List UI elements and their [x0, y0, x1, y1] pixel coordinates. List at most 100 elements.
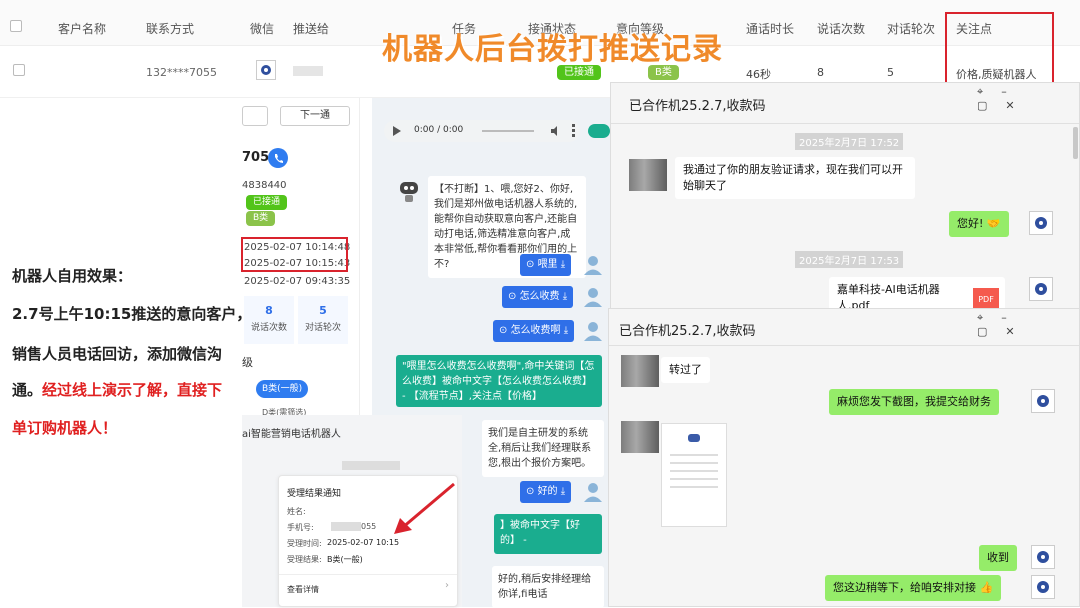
msg1-icon: ⊙	[526, 259, 538, 270]
msg1-text: 喂里	[537, 259, 558, 270]
row-duration: 46秒	[746, 68, 771, 81]
page-title: 机器人后台拨打推送记录	[382, 32, 723, 67]
wechat-window-1: 已合作机25.2.7,收款码 ⌖–▢✕ 2025年2月7日 17:52 我通过了…	[610, 82, 1080, 317]
user-message-1: ⊙ 喂里 ⤓	[520, 254, 572, 276]
msg4-text: 好的	[537, 486, 558, 497]
user-avatar-icon	[584, 288, 602, 307]
speak-count: 8	[265, 304, 273, 317]
msg3-icon: ⊙	[499, 325, 511, 336]
window-controls-2[interactable]: ⌖–▢✕	[977, 311, 1079, 338]
audio-progress[interactable]	[482, 130, 534, 132]
col-wechat: 微信	[250, 22, 275, 36]
desc-line-4: 通。经过线上演示了解，直接下	[12, 380, 222, 400]
card-divider	[279, 574, 457, 575]
wechat2-msg-2: 麻烦您发下截图，我提交给财务	[829, 389, 999, 415]
screenshot-line	[670, 470, 718, 472]
self-avatar-icon	[1029, 277, 1053, 301]
keyword-hit-note-2: 】被命中文字【好的】 -	[494, 514, 602, 554]
push-to-blurred	[293, 66, 323, 76]
wechat-title-2: 已合作机25.2.7,收款码	[619, 324, 756, 339]
screenshot-line	[670, 478, 718, 480]
call-phone-icon[interactable]	[268, 148, 288, 168]
level-section-label: 级	[242, 356, 253, 369]
desc-line-3: 销售人员电话回访，添加微信沟	[12, 345, 223, 363]
detail-id: 4838440	[242, 180, 287, 191]
chevron-right-icon: ›	[445, 580, 449, 591]
user-avatar-icon	[584, 256, 602, 275]
download-icon[interactable]: ⤓	[563, 291, 567, 302]
wechat-window-2: 已合作机25.2.7,收款码 ⌖–▢✕ 转过了 麻烦您发下截图，我提交给财务 收…	[608, 308, 1080, 607]
wechat2-msg-3: 收到	[979, 545, 1017, 571]
window-controls-1[interactable]: ⌖–▢✕	[977, 85, 1079, 112]
self-avatar-icon	[1031, 389, 1055, 413]
more-icon[interactable]	[572, 124, 575, 137]
self-avatar-icon	[1031, 545, 1055, 569]
volume-icon[interactable]	[550, 125, 562, 137]
row-speak-count: 8	[817, 66, 824, 79]
friend-avatar	[629, 159, 667, 191]
rounds-stat: 5 对话轮次	[298, 296, 348, 344]
prev-call-button[interactable]	[242, 106, 268, 126]
msg2-icon: ⊙	[508, 291, 520, 302]
title-divider-1	[611, 123, 1079, 124]
screenshot-line	[670, 486, 718, 488]
wechat-date-1: 2025年2月7日 17:52	[795, 133, 904, 150]
rounds-count: 5	[319, 304, 327, 317]
col-push-to: 推送给	[293, 22, 330, 36]
msg2-text: 您好!	[957, 217, 984, 230]
card-phone-label: 手机号:	[287, 523, 314, 532]
col-customer-name: 客户名称	[58, 22, 107, 36]
row-phone: 132****7055	[146, 66, 217, 79]
user-message-4: ⊙ 好的 ⤓	[520, 481, 572, 503]
audio-time: 0:00 / 0:00	[414, 125, 464, 135]
download-icon[interactable]: ⤓	[561, 486, 565, 497]
user-message-3: ⊙ 怎么收费啊 ⤓	[493, 320, 575, 342]
call-detail-panel: 下一通 7055 4838440 已接通 B类 2025-02-07 10:14…	[241, 98, 360, 418]
speak-stat: 8 说话次数	[244, 296, 294, 344]
wechat-title-1: 已合作机25.2.7,收款码	[629, 99, 766, 114]
speak-label: 说话次数	[250, 323, 287, 333]
push-time: 2025-02-07 09:43:35	[244, 276, 351, 287]
rounds-label: 对话轮次	[304, 323, 341, 333]
self-avatar-icon	[1031, 575, 1055, 599]
next-call-button[interactable]: 下一通	[280, 106, 350, 126]
wechat-msg-2: 您好! 🤝	[949, 211, 1009, 237]
msg2-text: 怎么收费	[519, 291, 560, 302]
card-more-link[interactable]: 查看详情	[287, 584, 319, 595]
time-highlight-box	[241, 237, 348, 272]
card-name-label: 姓名:	[287, 507, 306, 516]
toggle-switch[interactable]	[588, 124, 610, 138]
detail-status-badge: 已接通	[246, 195, 288, 210]
bot-message-2: 我们是自主研发的系统全,稍后让我们经理联系您,根出个报价方案吧。	[482, 420, 604, 477]
thumbs-up-icon: 👍	[979, 581, 994, 594]
title-divider-2	[609, 345, 1079, 346]
user-avatar-icon	[584, 483, 602, 502]
col-call-duration: 通话时长	[746, 22, 795, 36]
select-all-checkbox[interactable]	[10, 20, 22, 32]
self-avatar-icon	[1029, 211, 1053, 235]
level-b-button[interactable]: B类(一般)	[256, 380, 309, 398]
friend-avatar	[621, 421, 659, 453]
card-result-label: 受理结果:	[287, 555, 322, 564]
row-checkbox[interactable]	[13, 64, 25, 76]
screenshot-image[interactable]	[661, 423, 727, 527]
friend-avatar	[621, 355, 659, 387]
card-phone-blur	[331, 522, 361, 531]
download-icon[interactable]: ⤓	[561, 259, 565, 270]
col-speak-count: 说话次数	[817, 22, 866, 36]
wechat2-msg-1: 转过了	[661, 357, 710, 383]
play-icon[interactable]	[392, 126, 402, 136]
desc-line-2: 2.7号上午10:15推送的意向客户，	[12, 305, 252, 323]
row-rounds: 5	[887, 66, 894, 79]
col-contact: 联系方式	[146, 22, 195, 36]
card-result-value: B类(一般)	[327, 555, 363, 564]
screenshot-logo	[688, 434, 700, 442]
col-rounds: 对话轮次	[887, 22, 936, 36]
download-icon[interactable]: ⤓	[564, 325, 568, 336]
desc-line-1: 机器人自用效果：	[12, 267, 133, 285]
msg4-text: 您这边稍等下，给咱安排对接	[833, 581, 976, 594]
robot-avatar-icon	[400, 182, 418, 202]
scrollbar-1[interactable]	[1073, 127, 1078, 159]
bot-message-3: 好的,稍后安排经理给你详,fi电话	[492, 566, 604, 608]
wechat-avatar-icon[interactable]	[256, 60, 276, 80]
